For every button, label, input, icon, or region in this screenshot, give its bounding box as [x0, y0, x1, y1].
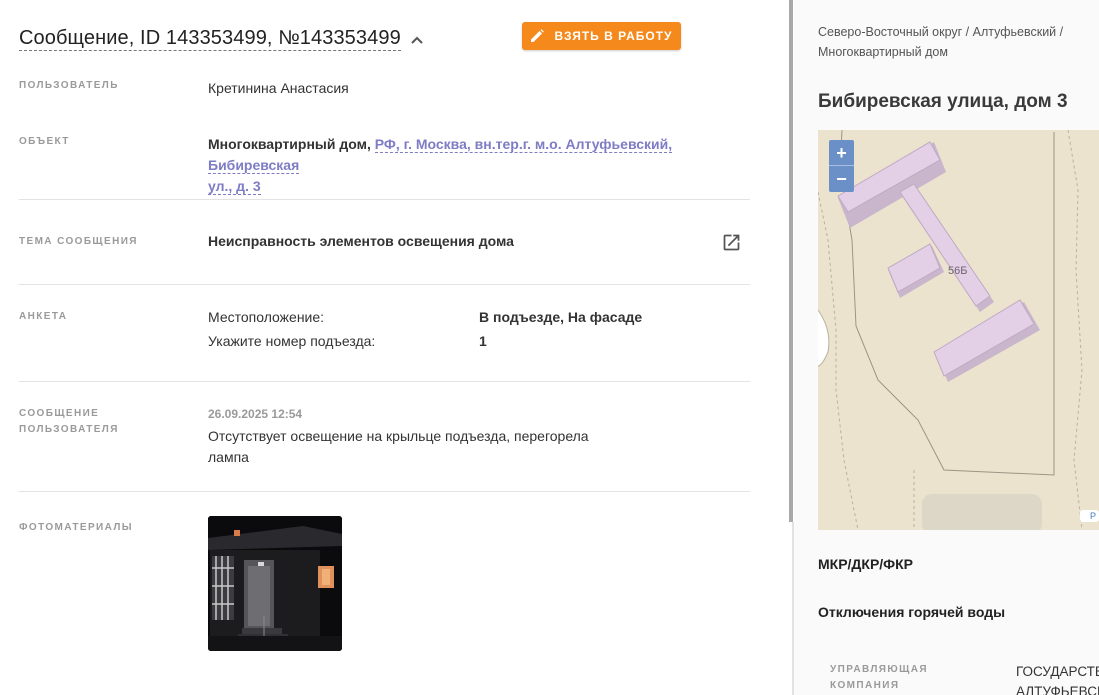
panel-splitter[interactable] [789, 0, 793, 522]
user-label: ПОЛЬЗОВАТЕЛЬ [19, 80, 119, 91]
divider [19, 491, 750, 492]
form-answer: В подъезде, На фасаде [479, 309, 643, 325]
breadcrumb-line1[interactable]: Северо-Восточный округ / Алтуфьевский / [818, 25, 1063, 39]
user-message-label-line2: ПОЛЬЗОВАТЕЛЯ [19, 424, 119, 435]
map-zoom-control: + − [829, 140, 854, 192]
external-link-icon[interactable] [721, 232, 742, 253]
management-value-line2: АЛТУФЬЕВСК [1016, 684, 1099, 695]
map-canvas: 56Б Р [818, 130, 1099, 530]
user-message-text: Отсутствует освещение на крыльце подъезд… [208, 426, 589, 468]
section-mkr[interactable]: МКР/ДКР/ФКР [818, 556, 913, 572]
breadcrumb-line2[interactable]: Многоквартирный дом [818, 45, 948, 59]
photo-image [208, 516, 342, 651]
photo-thumbnail[interactable] [208, 516, 342, 651]
management-label-line1: УПРАВЛЯЮЩАЯ [830, 664, 928, 675]
take-to-work-button[interactable]: ВЗЯТЬ В РАБОТУ [522, 22, 681, 50]
user-message-text-line2: лампа [208, 449, 249, 465]
topic-label: ТЕМА СООБЩЕНИЯ [19, 236, 138, 247]
breadcrumb: Северо-Восточный округ / Алтуфьевский / … [818, 22, 1088, 62]
divider [19, 199, 750, 200]
message-title[interactable]: Сообщение, ID 143353499, №143353499 [19, 27, 401, 51]
user-message-text-line1: Отсутствует освещение на крыльце подъезд… [208, 428, 589, 444]
pencil-icon [531, 29, 545, 42]
map-edge-letter: Р [1090, 511, 1096, 521]
user-value: Кретинина Анастасия [208, 80, 349, 96]
object-address-link-cont[interactable]: ул., д. 3 [208, 178, 261, 195]
map[interactable]: 56Б Р + − [818, 130, 1099, 530]
form-question: Укажите номер подъезда: [208, 333, 376, 349]
message-panel: Сообщение, ID 143353499, №143353499 ВЗЯТ… [0, 0, 790, 695]
management-label-line2: КОМПАНИЯ [830, 680, 900, 691]
management-value-line1: ГОСУДАРСТВ [1016, 664, 1099, 679]
section-hot-water[interactable]: Отключения горячей воды [818, 604, 1005, 620]
management-label: УПРАВЛЯЮЩАЯ КОМПАНИЯ [830, 662, 928, 694]
object-label: ОБЪЕКТ [19, 136, 70, 147]
map-building-label: 56Б [948, 265, 967, 277]
user-message-label: СООБЩЕНИЕ ПОЛЬЗОВАТЕЛЯ [19, 406, 119, 438]
object-value: Многоквартирный дом, РФ, г. Москва, вн.т… [208, 134, 748, 197]
form-label: АНКЕТА [19, 311, 68, 322]
object-address-title: Бибиревская улица, дом 3 [818, 91, 1068, 112]
divider [19, 284, 750, 285]
user-message-label-line1: СООБЩЕНИЕ [19, 408, 100, 419]
form-answer: 1 [479, 333, 487, 349]
management-value: ГОСУДАРСТВ АЛТУФЬЕВСК [1016, 662, 1099, 695]
object-type: Многоквартирный дом, [208, 136, 371, 152]
take-to-work-label: ВЗЯТЬ В РАБОТУ [554, 29, 673, 43]
object-panel: Северо-Восточный округ / Алтуфьевский / … [794, 0, 1099, 695]
chevron-up-icon[interactable] [410, 33, 424, 47]
form-question: Местоположение: [208, 309, 325, 325]
zoom-out-button[interactable]: − [829, 166, 854, 192]
zoom-in-button[interactable]: + [829, 140, 854, 166]
user-message-date: 26.09.2025 12:54 [208, 407, 303, 421]
photos-label: ФОТОМАТЕРИАЛЫ [19, 522, 133, 533]
divider [19, 381, 750, 382]
topic-value: Неисправность элементов освещения дома [208, 233, 514, 249]
